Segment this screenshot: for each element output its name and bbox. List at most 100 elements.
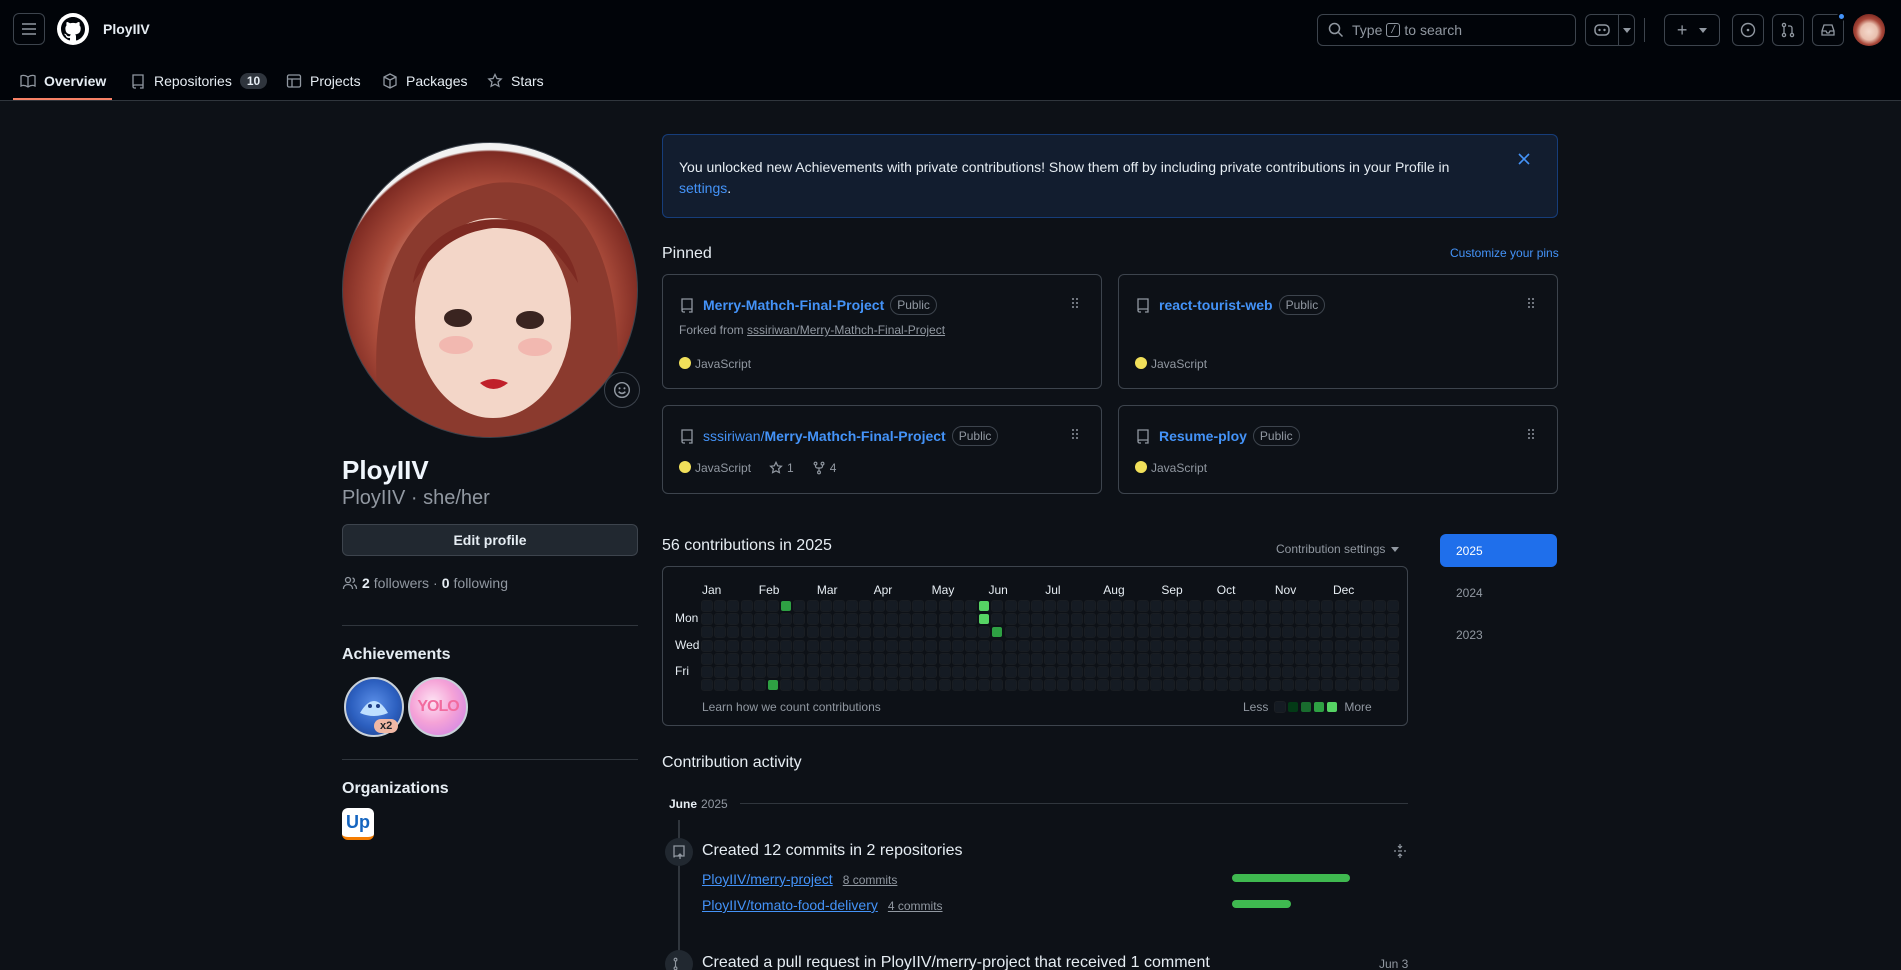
contribution-day-cell[interactable] — [1281, 639, 1294, 652]
contribution-day-cell[interactable] — [1123, 600, 1136, 612]
contribution-day-cell[interactable] — [925, 666, 938, 678]
contribution-day-cell[interactable] — [1202, 652, 1215, 665]
contribution-day-cell[interactable] — [859, 613, 872, 626]
contribution-day-cell[interactable] — [1083, 600, 1096, 612]
contribution-day-cell[interactable] — [727, 666, 740, 678]
followers-count[interactable]: 2 — [362, 575, 370, 591]
contribution-day-cell[interactable] — [1097, 600, 1109, 612]
contribution-day-cell[interactable] — [753, 626, 766, 639]
contribution-day-cell[interactable] — [1110, 652, 1123, 665]
contribution-day-cell[interactable] — [951, 666, 964, 678]
contribution-day-cell[interactable] — [1374, 613, 1387, 626]
contribution-day-cell[interactable] — [872, 679, 885, 692]
contribution-day-cell[interactable] — [1176, 666, 1189, 678]
contribution-day-cell[interactable] — [714, 652, 727, 665]
contribution-day-cell[interactable] — [727, 600, 740, 612]
contribution-day-cell[interactable] — [1123, 626, 1136, 639]
contribution-day-cell[interactable] — [780, 639, 793, 652]
customize-pins-link[interactable]: Customize your pins — [1450, 246, 1559, 260]
contribution-day-cell[interactable] — [1215, 679, 1228, 692]
contribution-day-cell[interactable] — [1057, 652, 1070, 665]
contribution-day-cell[interactable] — [899, 626, 911, 639]
contribution-day-cell[interactable] — [1255, 639, 1268, 652]
contribution-day-cell[interactable] — [793, 626, 806, 639]
contribution-day-cell[interactable] — [846, 639, 859, 652]
contribution-day-cell[interactable] — [1308, 652, 1321, 665]
contribution-day-cell[interactable] — [965, 652, 977, 665]
contribution-day-cell[interactable] — [833, 626, 845, 639]
contribution-day-cell[interactable] — [1295, 626, 1307, 639]
contribution-day-cell[interactable] — [1202, 679, 1215, 692]
contribution-day-cell[interactable] — [1374, 666, 1387, 678]
contribution-day-cell[interactable] — [1321, 666, 1334, 678]
contribution-day-cell[interactable] — [1255, 600, 1268, 612]
contribution-day-cell[interactable] — [1017, 666, 1030, 678]
contribution-day-cell[interactable] — [1123, 613, 1136, 626]
contribution-day-cell[interactable] — [767, 600, 779, 612]
contribution-day-cell[interactable] — [1321, 613, 1334, 626]
contribution-day-cell[interactable] — [1242, 666, 1255, 678]
contribution-day-cell[interactable] — [1347, 679, 1360, 692]
contribution-day-cell[interactable] — [1070, 679, 1083, 692]
contribution-day-cell[interactable] — [1255, 613, 1268, 626]
contribution-day-cell[interactable] — [1004, 679, 1017, 692]
contribution-day-cell[interactable] — [1123, 652, 1136, 665]
contribution-day-cell[interactable] — [885, 600, 898, 612]
contribution-day-cell[interactable] — [1176, 679, 1189, 692]
contribution-day-cell[interactable] — [793, 652, 806, 665]
contribution-day-cell[interactable] — [793, 679, 806, 692]
contribution-day-cell[interactable] — [1083, 666, 1096, 678]
contribution-day-cell[interactable] — [1281, 666, 1294, 678]
contribution-day-cell[interactable] — [912, 600, 925, 612]
contribution-day-cell[interactable] — [1229, 666, 1241, 678]
contribution-day-cell[interactable] — [1242, 639, 1255, 652]
contribution-day-cell[interactable] — [1242, 613, 1255, 626]
organization-avatar[interactable]: Up — [342, 808, 374, 840]
contribution-day-cell[interactable] — [1334, 600, 1347, 612]
contribution-day-cell[interactable] — [1004, 626, 1017, 639]
contribution-day-cell[interactable] — [1123, 679, 1136, 692]
contribution-day-cell[interactable] — [740, 600, 753, 612]
contribution-day-cell[interactable] — [793, 666, 806, 678]
tab-repositories[interactable]: Repositories 10 — [130, 60, 268, 102]
contribution-day-cell[interactable] — [1268, 626, 1281, 639]
contribution-day-cell[interactable] — [1334, 679, 1347, 692]
contribution-day-cell[interactable] — [859, 652, 872, 665]
contribution-day-cell[interactable] — [925, 626, 938, 639]
contribution-day-cell[interactable] — [833, 652, 845, 665]
contribution-day-cell[interactable] — [951, 613, 964, 626]
contribution-day-cell[interactable] — [740, 652, 753, 665]
contribution-day-cell[interactable] — [1044, 679, 1057, 692]
contribution-day-cell[interactable] — [727, 613, 740, 626]
contribution-day-cell[interactable] — [978, 679, 991, 692]
contribution-day-cell[interactable] — [885, 613, 898, 626]
contribution-day-cell[interactable] — [1004, 652, 1017, 665]
contribution-day-cell[interactable] — [965, 613, 977, 626]
contribution-day-cell[interactable] — [727, 652, 740, 665]
contribution-day-cell[interactable] — [819, 639, 832, 652]
contribution-day-cell[interactable] — [1017, 626, 1030, 639]
contribution-day-cell[interactable] — [925, 639, 938, 652]
contribution-day-cell[interactable] — [1361, 666, 1373, 678]
contribution-day-cell[interactable] — [885, 626, 898, 639]
contribution-day-cell[interactable] — [1004, 639, 1017, 652]
contribution-day-cell[interactable] — [979, 614, 990, 625]
contribution-day-cell[interactable] — [1255, 652, 1268, 665]
contribution-day-cell[interactable] — [740, 679, 753, 692]
contribution-day-cell[interactable] — [714, 679, 727, 692]
contribution-day-cell[interactable] — [1031, 600, 1043, 612]
pinned-repo-link[interactable]: Merry-Mathch-Final-Project — [764, 428, 945, 444]
contribution-day-cell[interactable] — [1136, 652, 1149, 665]
contribution-day-cell[interactable] — [1229, 679, 1241, 692]
contribution-day-cell[interactable] — [1057, 613, 1070, 626]
contribution-day-cell[interactable] — [1031, 639, 1043, 652]
contribution-day-cell[interactable] — [1110, 600, 1123, 612]
contribution-day-cell[interactable] — [1229, 626, 1241, 639]
contribution-day-cell[interactable] — [1308, 626, 1321, 639]
contribution-day-cell[interactable] — [1374, 652, 1387, 665]
contribution-day-cell[interactable] — [819, 652, 832, 665]
contribution-day-cell[interactable] — [1374, 639, 1387, 652]
drag-handle-icon[interactable] — [1527, 297, 1535, 309]
contribution-day-cell[interactable] — [1044, 666, 1057, 678]
contribution-day-cell[interactable] — [1136, 679, 1149, 692]
